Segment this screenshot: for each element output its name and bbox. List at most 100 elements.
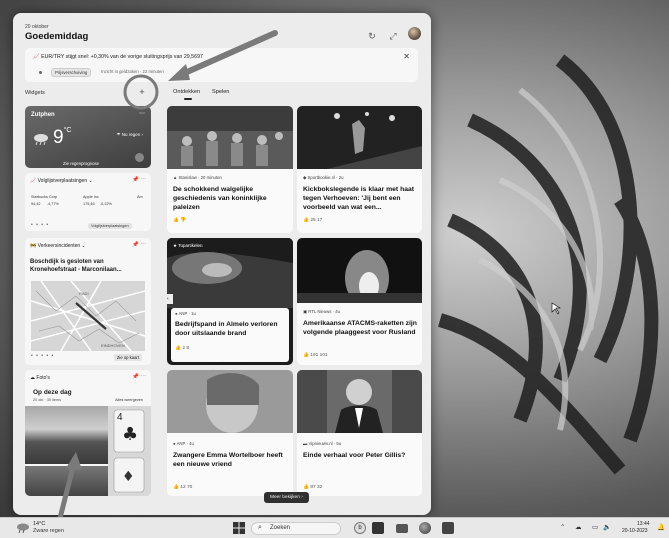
widget-tools[interactable]: 📌 ⋯	[132, 177, 146, 183]
stocks-title: Volglijstverplaatsingen	[37, 178, 88, 184]
news-source: ANP · 4u	[176, 441, 194, 446]
header-date: 20 oktober	[25, 24, 49, 30]
network-icon[interactable]: ▭	[592, 523, 598, 531]
user-avatar[interactable]	[408, 27, 421, 40]
news-headline: De schokkend walgelijke geschiedenis van…	[173, 186, 267, 211]
photo-street[interactable]	[25, 466, 108, 496]
stock-price: 94,42	[31, 202, 41, 206]
tab-spelen[interactable]: Spelen	[212, 89, 229, 95]
featured-text-box: ● ANP · 1u Bedrijfspand in Almelo verlor…	[171, 308, 289, 362]
widgets-label: Widgets	[25, 90, 45, 96]
news-reactions: 2 8	[182, 346, 189, 351]
news-source: RTL Nieuws · 4u	[308, 309, 341, 314]
stock-item[interactable]: Am	[137, 195, 143, 199]
see-more-button[interactable]: Meer bekijken ›	[264, 492, 309, 503]
thumbs-up-icon[interactable]: 👍	[303, 218, 309, 223]
news-card[interactable]: ◆ Sportbookie.nl · 2u Kickbokslegende is…	[297, 106, 422, 233]
thumbs-up-icon[interactable]: 👍	[175, 346, 181, 351]
news-source: ANP · 1u	[178, 311, 196, 316]
thumbs-up-icon[interactable]: 👍	[173, 218, 179, 223]
widget-tools[interactable]: 📌 ⋯	[132, 242, 146, 248]
taskbar: 14°C Zware regen ⌕ Zoeken b ⌃ ☁ ▭ 🔈 13:4…	[0, 517, 669, 538]
taskbar-temp[interactable]: 14°C	[33, 521, 45, 527]
news-image-missile	[297, 238, 422, 303]
active-tab-indicator	[184, 98, 192, 100]
traffic-widget[interactable]: 🚧 Verkeersincidenten ⌄ 📌 ⋯ Boschdijk is …	[25, 238, 151, 365]
news-card[interactable]: ▣ RTL Nieuws · 4u Amerikaanse ATACMS-rak…	[297, 238, 422, 365]
ticker-bullet	[39, 71, 42, 74]
close-icon[interactable]: ✕	[403, 52, 410, 61]
news-card-featured[interactable]: ★ Topartikelen ‹ ● ANP · 1u Bedrijfspand…	[167, 238, 293, 365]
thumbs-up-icon[interactable]: 👍	[303, 353, 309, 358]
start-windows-icon[interactable]	[233, 522, 245, 534]
view-all-link[interactable]: Alles weergeven	[115, 398, 143, 402]
photos-subtitle: 20 okt · 30 items	[33, 398, 62, 402]
photo-playing-cards[interactable]: 4 ♣ ♦	[108, 406, 151, 496]
weather-round-button[interactable]	[135, 153, 144, 162]
weather-forecast-link[interactable]: Zie regenprognose	[63, 161, 99, 166]
news-headline: Einde verhaal voor Peter Gillis?	[303, 452, 406, 459]
news-image-portrait	[167, 370, 293, 433]
thumbs-up-icon[interactable]: 👍	[173, 485, 179, 490]
watchlist-button[interactable]: Volglijstverplaatsingen	[88, 223, 132, 229]
clock-time[interactable]: 13:44	[637, 521, 650, 527]
stock-name: Starbucks Corp	[31, 195, 58, 199]
bell-icon[interactable]: 🔔	[657, 523, 665, 531]
view-on-map-button[interactable]: Zie op kaart	[113, 354, 142, 361]
photos-widget[interactable]: ☁ Foto's 📌 ⋯ Op deze dag 20 okt · 30 ite…	[25, 370, 151, 496]
taskbar-condition[interactable]: Zware regen	[33, 528, 64, 534]
photos-title: Op deze dag	[33, 389, 72, 396]
weather-temp: 9	[53, 127, 64, 148]
file-explorer-icon[interactable]	[396, 524, 408, 533]
news-card[interactable]: ▬ Vipnieuws.nl · 5u Einde verhaal voor P…	[297, 370, 422, 496]
pager-dots: • • • •	[31, 222, 50, 228]
stocks-widget[interactable]: 📈 Volglijstverplaatsingen ⌄ 📌 ⋯ Starbuck…	[25, 173, 151, 231]
thumbs-down-icon[interactable]: 👎	[180, 218, 186, 223]
volume-icon[interactable]: 🔈	[603, 523, 611, 531]
news-headline: Kickbokslegende is klaar met haat tegen …	[303, 186, 415, 211]
carousel-prev-icon[interactable]: ‹	[167, 294, 173, 304]
map-label: RADI	[79, 291, 89, 296]
header-greeting: Goedemiddag	[25, 31, 89, 42]
news-reactions: 87 32	[310, 485, 323, 490]
thumbs-up-icon[interactable]: 👍	[303, 485, 309, 490]
traffic-map[interactable]: RADI EINDHOVEN	[31, 281, 145, 351]
edge-browser-icon[interactable]	[419, 522, 431, 534]
weather-rain-icon[interactable]	[16, 523, 30, 533]
market-ticker-card[interactable]: 📈 EUR/TRY stijgt snel: +0,30% van de vor…	[25, 48, 418, 82]
widget-tools[interactable]: 📌 ⋯	[132, 374, 146, 380]
stock-item[interactable]: Apple Inc 175,46 -0,22%	[83, 195, 112, 206]
search-label: Zoeken	[270, 525, 291, 531]
more-options-icon[interactable]: ⋯	[139, 110, 145, 117]
traffic-label: Verkeersincidenten	[37, 243, 81, 249]
refresh-icon[interactable]: ↻	[366, 30, 378, 42]
add-widget-button[interactable]: +	[136, 86, 148, 98]
store-icon[interactable]	[442, 522, 454, 534]
news-card[interactable]: ▲ Stanislaw · 20 minuten De schokkend wa…	[167, 106, 293, 233]
weather-city: Zutphen	[31, 112, 55, 118]
svg-text:4: 4	[117, 412, 123, 423]
onedrive-icon[interactable]: ☁	[575, 523, 582, 531]
mouse-cursor-icon	[551, 302, 562, 315]
task-view-icon[interactable]	[372, 522, 384, 534]
stock-name: Apple Inc	[83, 195, 99, 199]
traffic-icon: 🚧	[30, 243, 38, 249]
clock-date[interactable]: 20-10-2023	[622, 528, 648, 534]
weather-widget[interactable]: Zutphen ⋯ 9°C ☂ Nu regen › Zie regenprog…	[25, 106, 151, 168]
ticker-meta: Inzicht in geldzaken · 22 minuten	[101, 69, 164, 74]
expand-icon[interactable]: ⤢	[387, 30, 399, 42]
ticker-tag: Prijsverschuiving	[51, 68, 92, 77]
taskbar-search[interactable]: ⌕ Zoeken	[251, 522, 341, 535]
news-card[interactable]: ● ANP · 4u Zwangere Emma Wortelboer heef…	[167, 370, 293, 496]
news-headline: Zwangere Emma Wortelboer heeft een nieuw…	[173, 452, 283, 468]
news-image-man	[297, 370, 422, 433]
carousel-dots: ▬ • • • • •	[215, 357, 243, 362]
news-headline: Amerikaanse ATACMS-raketten zijn volgend…	[303, 320, 417, 336]
bing-chat-icon[interactable]: b	[354, 522, 366, 534]
chevron-up-icon[interactable]: ⌃	[560, 523, 565, 531]
stock-item[interactable]: Starbucks Corp 94,42 -4,77%	[31, 195, 59, 206]
photo-cityscape[interactable]	[25, 406, 108, 464]
tab-ontdekken[interactable]: Ontdekken	[173, 89, 200, 95]
map-label: EINDHOVEN	[101, 343, 125, 348]
news-image-painting	[167, 106, 293, 169]
